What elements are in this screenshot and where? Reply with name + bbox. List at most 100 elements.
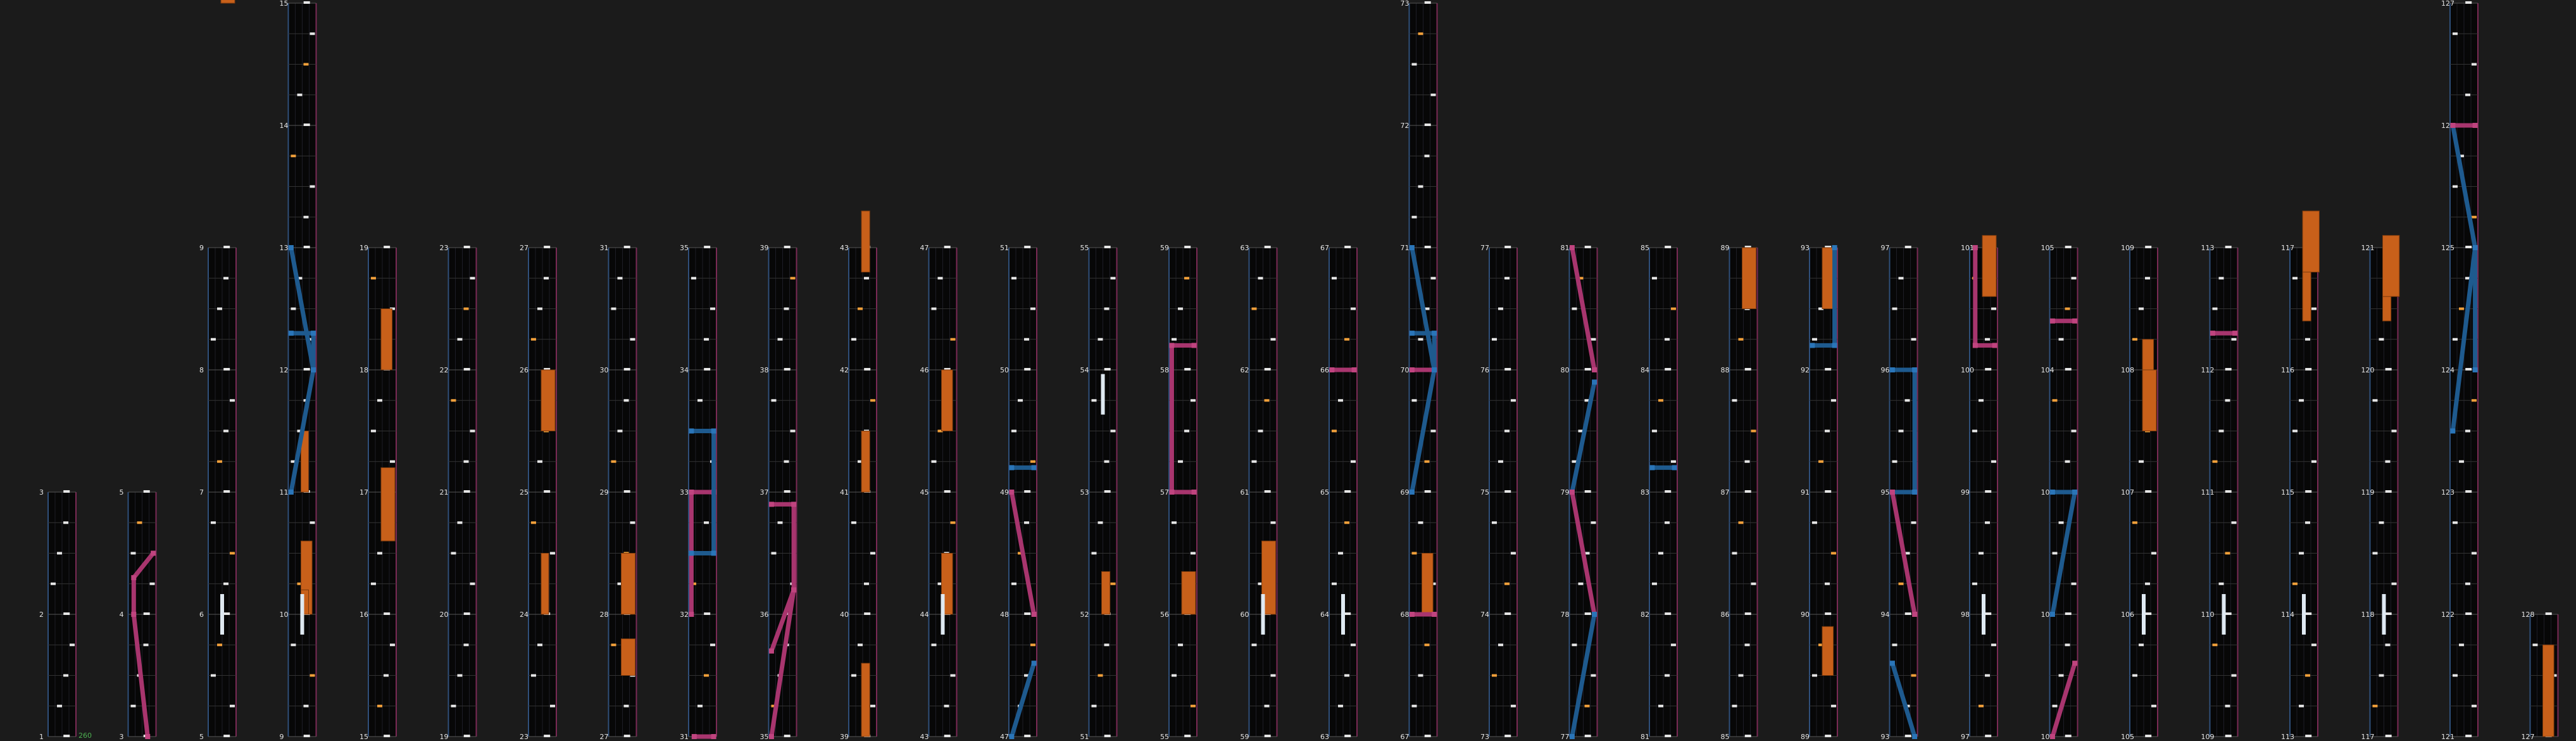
- measure-number: 3: [120, 733, 124, 741]
- tap-note: [2545, 612, 2552, 615]
- tap-note: [2212, 307, 2218, 310]
- measure-number: 7: [199, 488, 204, 497]
- measure-number: 18: [360, 366, 368, 374]
- slide-node: [1912, 612, 1918, 617]
- slide-node: [2472, 245, 2478, 250]
- tap-note: [2459, 460, 2464, 463]
- tap-note: [2379, 521, 2384, 524]
- tap-note: [1825, 612, 1832, 615]
- tap-note: [2453, 338, 2458, 341]
- tap-note: [217, 643, 222, 647]
- measure-number: 69: [1401, 488, 1410, 497]
- tap-note: [1492, 521, 1497, 524]
- flick-note: [1261, 594, 1265, 635]
- tap-note: [1492, 674, 1497, 677]
- hold-note: [621, 553, 635, 615]
- tap-note: [2139, 307, 2144, 310]
- slide-node: [768, 648, 774, 654]
- tap-note: [2465, 582, 2470, 585]
- tap-note: [1418, 674, 1423, 677]
- tap-note: [1024, 368, 1031, 370]
- tap-note: [630, 521, 635, 524]
- tap-note: [451, 552, 456, 555]
- tap-note: [1097, 338, 1103, 341]
- tap-note: [303, 368, 310, 370]
- tap-note: [1904, 246, 1911, 248]
- measure-number: 36: [760, 611, 769, 619]
- tap-note: [291, 643, 296, 647]
- tap-note: [1344, 612, 1351, 615]
- tap-note: [1104, 307, 1110, 310]
- tap-note: [2151, 552, 2156, 555]
- tap-note: [1498, 643, 1503, 647]
- tap-note: [1732, 552, 1737, 555]
- tap-note: [1018, 399, 1023, 402]
- tap-note: [1972, 582, 1977, 585]
- tap-note: [1264, 704, 1270, 707]
- tap-note: [1418, 32, 1423, 35]
- tap-note: [2231, 674, 2237, 677]
- tap-note: [1504, 490, 1511, 493]
- tap-note: [937, 277, 943, 280]
- measure-number: 72: [1401, 122, 1410, 130]
- measure-number: 9: [280, 733, 284, 741]
- tap-note: [2145, 246, 2152, 248]
- tap-note: [2299, 552, 2304, 555]
- tap-note: [63, 735, 70, 737]
- measure-number: 108: [2121, 366, 2134, 374]
- measure-number: 37: [760, 488, 769, 497]
- measure-number: 85: [1641, 244, 1649, 252]
- tap-note: [303, 1, 310, 4]
- tap-note: [2145, 612, 2152, 615]
- tap-note: [623, 399, 629, 402]
- measure-number: 110: [2201, 611, 2215, 619]
- tap-note: [1424, 155, 1430, 158]
- tap-note: [1424, 643, 1430, 647]
- tap-note: [1985, 521, 1990, 524]
- measure-number: 11: [280, 488, 289, 497]
- tap-note: [230, 399, 235, 402]
- hold-note: [541, 553, 549, 615]
- tap-note: [1184, 368, 1191, 370]
- tap-note: [2065, 246, 2072, 248]
- tap-note: [223, 429, 228, 433]
- tap-note: [623, 246, 630, 248]
- measure-number: 94: [1881, 611, 1890, 619]
- tap-note: [2292, 429, 2298, 433]
- tap-note: [223, 582, 228, 585]
- note-chart-view[interactable]: 1233455678991011121314151516171819192021…: [0, 0, 2576, 741]
- tap-note: [309, 674, 315, 677]
- slide-node: [2072, 490, 2078, 495]
- slide-node: [1592, 379, 1597, 385]
- hold-note: [1181, 571, 1196, 615]
- slide-node: [1832, 343, 1837, 348]
- tap-note: [377, 399, 382, 402]
- hold-note: [1101, 571, 1111, 615]
- tap-note: [2379, 674, 2384, 677]
- tap-note: [2132, 674, 2137, 677]
- measure-number: 87: [1721, 488, 1730, 497]
- measure-number: 127: [2522, 733, 2535, 741]
- tap-note: [1892, 307, 1898, 310]
- slide-node: [1169, 490, 1175, 495]
- tap-note: [384, 674, 389, 677]
- measure-number: 123: [2441, 488, 2454, 497]
- tap-note: [309, 32, 315, 35]
- measure-number: 59: [1241, 733, 1249, 741]
- tap-note: [1584, 490, 1591, 493]
- measure-number: 43: [920, 733, 929, 741]
- hold-note: [941, 369, 953, 431]
- measure-number: 67: [1401, 733, 1410, 741]
- tap-note: [2465, 612, 2472, 615]
- hold-note: [1822, 626, 1834, 676]
- tap-note: [63, 490, 70, 493]
- tap-note: [851, 674, 856, 677]
- measure-number: 39: [760, 244, 769, 252]
- slide-node: [689, 550, 694, 556]
- measure-number: 101: [1961, 244, 1974, 252]
- measure-number: 47: [920, 244, 929, 252]
- tap-note: [2218, 277, 2224, 280]
- tap-note: [1584, 246, 1591, 248]
- tap-note: [864, 277, 869, 280]
- slide-node: [1912, 734, 1918, 739]
